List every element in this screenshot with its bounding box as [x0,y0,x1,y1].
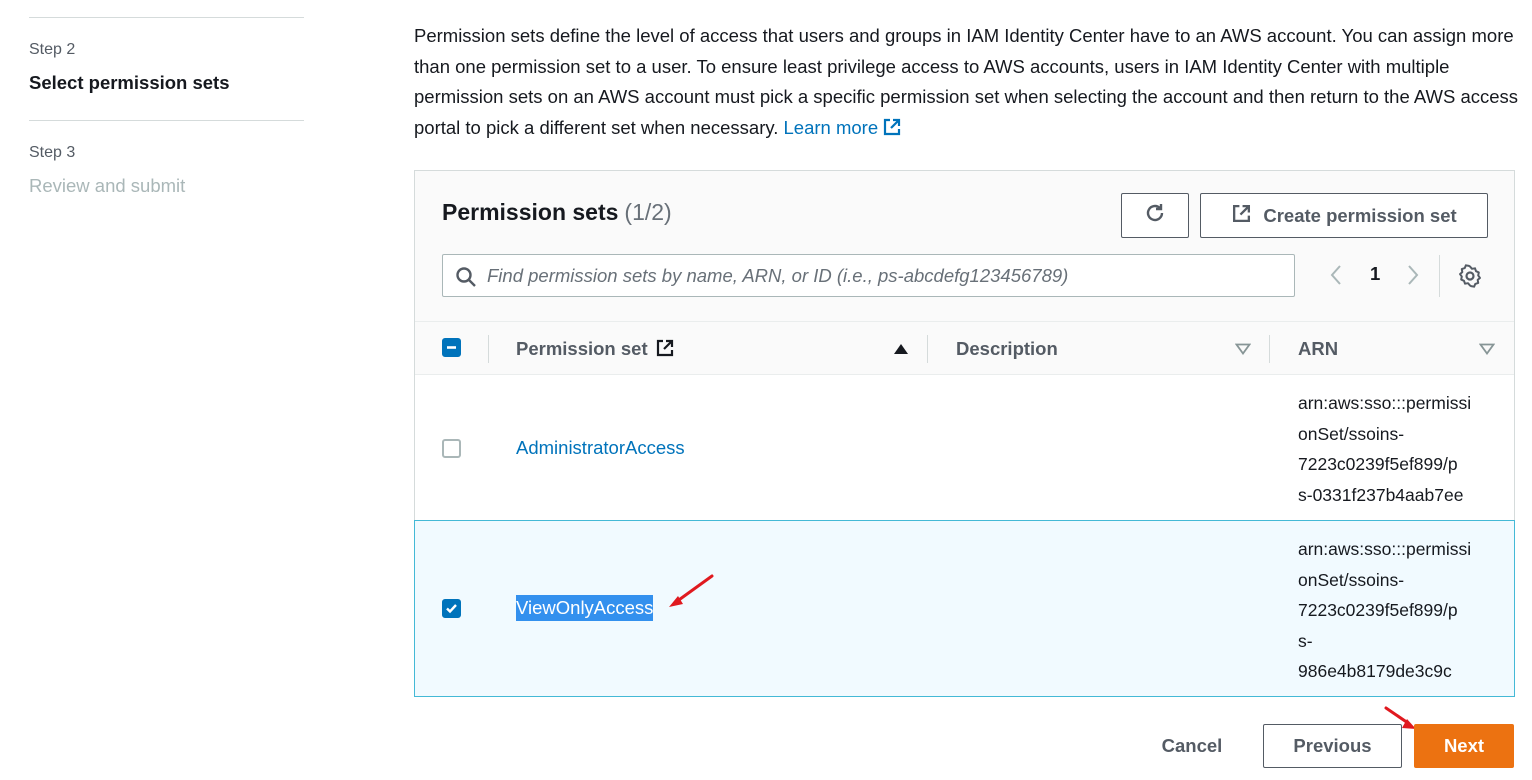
sort-descending-icon[interactable] [1234,342,1252,360]
create-permission-set-button[interactable]: Create permission set [1200,193,1488,238]
permission-set-link[interactable]: ViewOnlyAccess [516,595,654,621]
row-checkbox-checked[interactable] [442,599,461,618]
arn-line: 7223c0239f5ef899/p [1298,454,1458,474]
table-row-selected[interactable]: ViewOnlyAccess arn:aws:sso:::permissi on… [414,520,1515,697]
toolbar-divider [1439,255,1440,297]
chevron-right-icon[interactable] [1406,264,1420,291]
arn-line: arn:aws:sso:::permissi [1298,393,1472,413]
refresh-button[interactable] [1121,193,1189,238]
arn-line: onSet/ssoins- [1298,569,1405,590]
step-divider [29,17,304,18]
column-header-permission-set[interactable]: Permission set [516,338,675,363]
column-header-description[interactable]: Description [956,338,1058,360]
step-3-number: Step 3 [29,144,76,161]
current-page-number[interactable]: 1 [1370,263,1380,285]
selection-count: (1/2) [624,199,672,225]
table-row[interactable]: AdministratorAccess arn:aws:sso:::permis… [415,375,1514,521]
permission-set-link[interactable]: AdministratorAccess [516,437,685,459]
column-divider [927,335,928,363]
arn-line: s- [1298,630,1313,651]
row-checkbox[interactable] [442,439,461,458]
step-3-title: Review and submit [29,175,186,196]
external-link-icon [882,116,902,147]
table-title: Permission sets (1/2) [442,199,672,226]
arn-line: 986e4b8179de3c9c [1298,661,1452,681]
create-permission-set-label: Create permission set [1263,204,1457,226]
search-icon [455,266,477,293]
learn-more-label: Learn more [783,116,879,138]
step-2-title[interactable]: Select permission sets [29,72,230,94]
step-divider [29,120,304,121]
permission-sets-description: Permission sets define the level of acce… [414,21,1526,146]
table-header-row: Permission set Description ARN [415,321,1514,375]
column-header-arn[interactable]: ARN [1298,338,1338,360]
learn-more-link[interactable]: Learn more [784,117,903,138]
annotation-arrow-icon [669,574,714,607]
sort-ascending-icon[interactable] [893,342,909,360]
permission-sets-table-container: Permission sets (1/2) Create permission s… [414,170,1515,697]
step-2-number: Step 2 [29,41,76,58]
chevron-left-icon[interactable] [1329,264,1343,291]
external-link-icon [655,338,675,363]
sort-descending-icon[interactable] [1478,342,1496,360]
description-text: Permission sets define the level of acce… [414,25,1519,138]
arn-line: onSet/ssoins- [1298,423,1405,444]
column-divider [488,335,489,363]
arn-line: arn:aws:sso:::permissi [1298,539,1472,559]
select-all-checkbox[interactable] [442,338,461,357]
table-title-text: Permission sets [442,199,619,225]
arn-cell: arn:aws:sso:::permissi onSet/ssoins- 722… [1298,388,1503,510]
previous-button[interactable]: Previous [1263,724,1402,768]
arn-cell: arn:aws:sso:::permissi onSet/ssoins- 722… [1298,534,1503,687]
search-input[interactable] [487,255,1287,296]
column-permission-set-label: Permission set [516,338,648,359]
external-link-icon [1231,203,1263,229]
arn-line: 7223c0239f5ef899/p [1298,600,1458,620]
next-button[interactable]: Next [1414,724,1514,768]
arn-line: s-0331f237b4aab7ee [1298,484,1464,505]
column-divider [1269,335,1270,363]
cancel-button[interactable]: Cancel [1140,724,1244,768]
refresh-icon [1143,201,1167,230]
settings-gear-icon[interactable] [1458,264,1482,293]
search-field[interactable] [442,254,1295,297]
